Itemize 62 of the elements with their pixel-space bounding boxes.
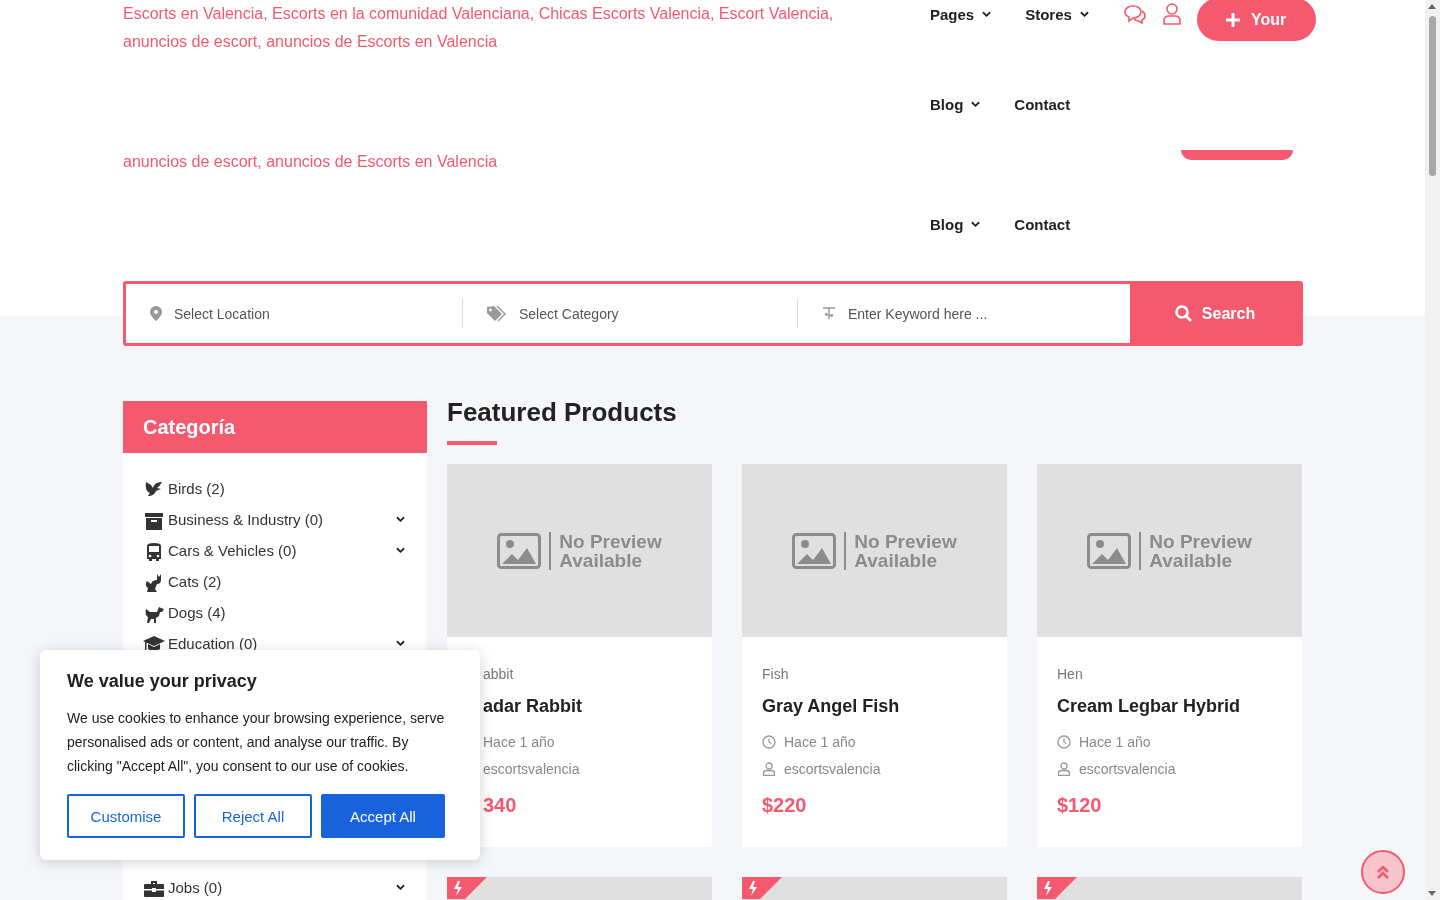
product-card[interactable]: No Preview Available abbit adar Rabbit Hace 1 año escortsvalencia 340 [447, 464, 712, 847]
clock-icon [1057, 735, 1071, 749]
product-card[interactable]: No Preview Available Hen Cream Legbar Hybrid Hace 1 año escortsvalencia $120 [1037, 464, 1302, 847]
user-icon [762, 762, 776, 776]
user-icon [1057, 762, 1071, 776]
cookie-button[interactable]: Accept All [321, 794, 445, 838]
chat-icon[interactable] [1122, 4, 1147, 24]
author-name[interactable]: escortsvalencia [483, 760, 580, 778]
post-time: Hace 1 año [784, 733, 856, 751]
keyword-field[interactable]: Enter Keyword here ... [798, 284, 1130, 343]
sidebar-title: Categoría [123, 401, 427, 453]
author-name[interactable]: escortsvalencia [784, 760, 881, 778]
section-title: Featured Products [447, 396, 678, 429]
search-icon [1174, 305, 1192, 322]
product-category[interactable]: Hen [1057, 665, 1282, 683]
category-item[interactable]: Dogs (4) [143, 597, 407, 628]
post-time: Hace 1 año [483, 733, 555, 751]
nav-link[interactable]: Stores [1025, 5, 1089, 23]
product-title[interactable]: Cream Legbar Hybrid [1057, 695, 1282, 717]
double-chevron-up-icon [1376, 864, 1390, 880]
post-ad-button-fragment[interactable] [1181, 150, 1293, 160]
cookie-button[interactable]: Customise [67, 794, 185, 838]
product-price: $120 [1057, 794, 1103, 817]
cookie-text: We use cookies to enhance your browsing experience, serve personalised ads or content, and analyse our traffic. By clicking "Accept All", you consent to our use of cookies. [67, 709, 446, 776]
nav-link[interactable]: Blog [930, 95, 981, 113]
scrollbar[interactable] [1425, 0, 1440, 900]
nav-link[interactable]: Blog [930, 215, 981, 233]
product-price: 340 [483, 794, 518, 817]
category-item[interactable]: Cats (2) [143, 566, 407, 597]
category-item[interactable]: Jobs (0) [143, 872, 407, 900]
category-select[interactable]: Select Category [463, 284, 797, 343]
category-item[interactable]: Cars & Vehicles (0) [143, 535, 407, 566]
product-card[interactable]: No Preview Available Fish Gray Angel Fish Hace 1 año escortsvalencia $220 [742, 464, 1007, 847]
image-icon [792, 532, 837, 569]
nav-link[interactable]: Pages [930, 5, 992, 23]
category-item[interactable]: Business & Industry (0) [143, 504, 407, 535]
image-icon [1087, 532, 1132, 569]
product-category[interactable]: abbit [483, 665, 692, 683]
nav-link[interactable]: Contact [1014, 215, 1071, 233]
cookie-button[interactable]: Reject All [194, 794, 312, 838]
user-icon[interactable] [1161, 3, 1182, 25]
scroll-to-top-button[interactable] [1361, 850, 1405, 894]
title-underline [447, 441, 497, 445]
text-icon [822, 307, 836, 320]
no-preview-image: No Preview Available [447, 464, 712, 637]
no-preview-image: No Preview Available [742, 464, 1007, 637]
product-title[interactable]: Gray Angel Fish [762, 695, 987, 717]
clock-icon [762, 735, 776, 749]
product-price: $220 [762, 794, 808, 817]
map-pin-icon [150, 306, 162, 321]
no-preview-image: No Preview Available [1037, 464, 1302, 637]
product-category[interactable]: Fish [762, 665, 987, 683]
location-select[interactable]: Select Location [126, 284, 462, 343]
post-time: Hace 1 año [1079, 733, 1151, 751]
tags-icon [487, 306, 507, 321]
author-name[interactable]: escortsvalencia [1079, 760, 1176, 778]
plus-icon [1224, 11, 1241, 28]
product-title[interactable]: adar Rabbit [483, 695, 692, 717]
nav-link[interactable]: Contact [1014, 95, 1071, 113]
category-item[interactable]: Birds (2) [143, 473, 407, 504]
cookie-title: We value your privacy [67, 671, 258, 692]
image-icon [497, 532, 542, 569]
